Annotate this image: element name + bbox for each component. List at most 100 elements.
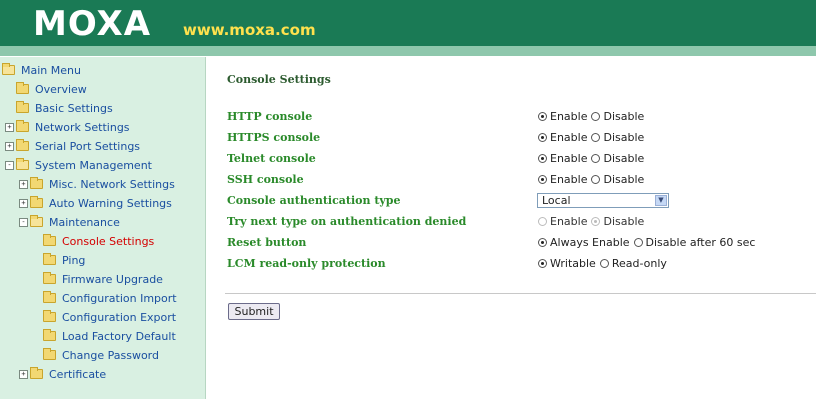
folder-open-icon [2, 63, 15, 75]
sidebar-item-serial-port-settings[interactable]: + Serial Port Settings [5, 137, 140, 155]
expand-icon[interactable]: + [5, 141, 14, 151]
collapse-icon[interactable]: - [5, 160, 14, 170]
https-disable-radio[interactable] [591, 133, 601, 142]
folder-open-icon [16, 158, 29, 170]
sidebar-item-console-settings[interactable]: Console Settings [43, 232, 154, 250]
https-enable-radio[interactable] [538, 133, 547, 142]
collapse-icon[interactable]: - [19, 217, 28, 227]
sidebar-item-label: Certificate [49, 367, 107, 381]
sidebar-item-label: Overview [35, 82, 87, 96]
folder-icon [43, 329, 56, 341]
ssh-console-label: SSH console [227, 173, 304, 186]
radio-label: Enable [550, 131, 588, 144]
lcm-protection-label: LCM read-only protection [227, 257, 386, 270]
radio-label: Enable [550, 152, 588, 165]
folder-icon [30, 177, 43, 189]
folder-icon [43, 310, 56, 322]
ssh-disable-radio[interactable] [591, 175, 601, 184]
radio-label: Disable [603, 152, 645, 165]
sidebar-item-basic-settings[interactable]: Basic Settings [16, 99, 113, 117]
auth-type-select[interactable]: Local ▼ [537, 193, 669, 208]
folder-icon [43, 272, 56, 284]
website-url[interactable]: www.moxa.com [183, 21, 316, 39]
radio-label: Writable [550, 257, 596, 270]
folder-icon [43, 234, 56, 246]
http-console-options: Enable Disable [538, 110, 648, 123]
select-value: Local [542, 194, 571, 207]
submit-button[interactable]: Submit [228, 303, 280, 320]
try-next-disable-radio[interactable] [591, 217, 601, 226]
page-title: Console Settings [227, 73, 331, 86]
https-console-options: Enable Disable [538, 131, 648, 144]
auth-type-label: Console authentication type [227, 194, 401, 207]
radio-label: Read-only [611, 257, 667, 270]
radio-label: Disable after 60 sec [645, 236, 756, 249]
sidebar-item-label: Change Password [62, 348, 159, 362]
sidebar-item-label: Ping [62, 253, 86, 267]
sidebar-item-label: Main Menu [21, 63, 81, 77]
folder-icon [30, 367, 43, 379]
sidebar-item-maintenance[interactable]: - Maintenance [19, 213, 120, 231]
reset-button-label: Reset button [227, 236, 307, 249]
moxa-logo: MOXA [33, 4, 152, 44]
telnet-console-label: Telnet console [227, 152, 316, 165]
sidebar-item-label: Configuration Export [62, 310, 177, 324]
sidebar-item-change-password[interactable]: Change Password [43, 346, 159, 364]
telnet-enable-radio[interactable] [538, 154, 547, 163]
header-banner: MOXA www.moxa.com [0, 0, 816, 56]
folder-icon [30, 196, 43, 208]
lcm-writable-radio[interactable] [538, 259, 547, 268]
sidebar-item-overview[interactable]: Overview [16, 80, 87, 98]
folder-icon [16, 139, 29, 151]
sidebar-item-misc-network-settings[interactable]: + Misc. Network Settings [19, 175, 175, 193]
folder-icon [16, 82, 29, 94]
sidebar-item-ping[interactable]: Ping [43, 251, 85, 269]
radio-label: Enable [550, 215, 588, 228]
lcm-read-only-radio[interactable] [599, 259, 609, 268]
reset-disable-after-radio[interactable] [633, 238, 643, 247]
sidebar-item-configuration-import[interactable]: Configuration Import [43, 289, 177, 307]
radio-label: Disable [603, 215, 645, 228]
radio-label: Enable [550, 173, 588, 186]
folder-icon [43, 291, 56, 303]
sidebar-item-label: Load Factory Default [62, 329, 176, 343]
reset-always-enable-radio[interactable] [538, 238, 547, 247]
reset-button-options: Always Enable Disable after 60 sec [538, 236, 759, 249]
header-band [0, 46, 816, 56]
main-content: Console Settings HTTP console Enable Dis… [205, 57, 816, 399]
chevron-down-icon[interactable]: ▼ [655, 195, 667, 206]
sidebar-item-network-settings[interactable]: + Network Settings [5, 118, 130, 136]
sidebar-item-label: Auto Warning Settings [49, 196, 172, 210]
sidebar-item-load-factory-default[interactable]: Load Factory Default [43, 327, 176, 345]
sidebar-item-system-management[interactable]: - System Management [5, 156, 152, 174]
http-disable-radio[interactable] [591, 112, 601, 121]
sidebar-item-label: System Management [35, 158, 152, 172]
ssh-enable-radio[interactable] [538, 175, 547, 184]
sidebar-item-auto-warning-settings[interactable]: + Auto Warning Settings [19, 194, 172, 212]
sidebar-item-certificate[interactable]: + Certificate [19, 365, 106, 383]
expand-icon[interactable]: + [5, 122, 14, 132]
sidebar-item-firmware-upgrade[interactable]: Firmware Upgrade [43, 270, 163, 288]
expand-icon[interactable]: + [19, 369, 28, 379]
sidebar-item-label: Configuration Import [62, 291, 177, 305]
try-next-enable-radio[interactable] [538, 217, 547, 226]
sidebar-item-configuration-export[interactable]: Configuration Export [43, 308, 176, 326]
expand-icon[interactable]: + [19, 198, 28, 208]
sidebar-item-label: Firmware Upgrade [62, 272, 163, 286]
sidebar-item-label: Serial Port Settings [35, 139, 141, 153]
http-enable-radio[interactable] [538, 112, 547, 121]
radio-label: Disable [603, 173, 645, 186]
sidebar-item-main-menu[interactable]: Main Menu [2, 61, 81, 79]
radio-label: Always Enable [550, 236, 630, 249]
sidebar-nav: Main Menu Overview Basic Settings + Netw… [0, 57, 206, 399]
http-console-label: HTTP console [227, 110, 313, 123]
folder-icon [16, 101, 29, 113]
telnet-disable-radio[interactable] [591, 154, 601, 163]
try-next-type-label: Try next type on authentication denied [227, 215, 467, 228]
telnet-console-options: Enable Disable [538, 152, 648, 165]
folder-icon [16, 120, 29, 132]
radio-label: Disable [603, 110, 645, 123]
expand-icon[interactable]: + [19, 179, 28, 189]
radio-label: Enable [550, 110, 588, 123]
folder-open-icon [30, 215, 43, 227]
